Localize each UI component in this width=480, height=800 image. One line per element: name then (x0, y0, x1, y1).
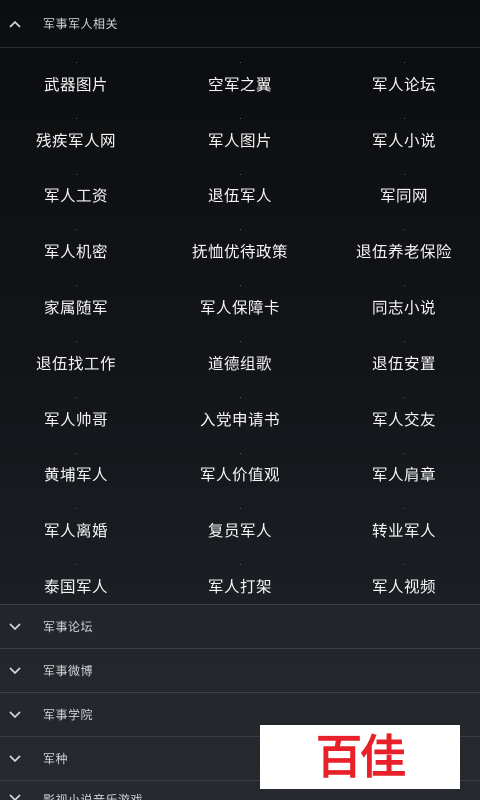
watermark-logo-text: 百佳 (316, 730, 406, 784)
section-header-military-people[interactable]: 军事军人相关 (0, 0, 480, 48)
section-title: 军种 (43, 752, 69, 766)
chevron-down-icon (8, 708, 22, 722)
chevron-up-icon (8, 17, 22, 31)
grid-link[interactable]: 复员军人 (152, 502, 328, 558)
grid-link[interactable]: 退伍养老保险 (328, 223, 480, 279)
grid-link[interactable]: 军人打架 (152, 558, 328, 603)
grid-link[interactable]: 军人图片 (152, 112, 328, 168)
grid-link[interactable]: 转业军人 (328, 502, 480, 558)
grid-link[interactable]: 入党申请书 (152, 391, 328, 447)
chevron-down-icon (8, 752, 22, 766)
grid-link[interactable]: 军同网 (328, 168, 480, 224)
grid-link[interactable]: 退伍找工作 (0, 335, 152, 391)
grid-link[interactable]: 军人价值观 (152, 447, 328, 503)
section-title: 军事学院 (43, 708, 94, 722)
section-title: 影视小说音乐游戏 (43, 793, 144, 800)
section-header-military-weibo[interactable]: 军事微博 (0, 648, 480, 692)
grid-link[interactable]: 黄埔军人 (0, 447, 152, 503)
grid-link[interactable]: 军人小说 (328, 112, 480, 168)
grid-link[interactable]: 军人离婚 (0, 502, 152, 558)
grid-link[interactable]: 军人保障卡 (152, 279, 328, 335)
grid-link[interactable]: 退伍安置 (328, 335, 480, 391)
grid-link[interactable]: 军人论坛 (328, 56, 480, 112)
grid-link[interactable]: 军人帅哥 (0, 391, 152, 447)
grid-link[interactable]: 军人机密 (0, 223, 152, 279)
chevron-down-icon (8, 664, 22, 678)
grid-link[interactable]: 抚恤优待政策 (152, 223, 328, 279)
chevron-down-icon (8, 791, 22, 800)
grid-link[interactable]: 空军之翼 (152, 56, 328, 112)
grid-link[interactable]: 军人视频 (328, 558, 480, 603)
link-grid: 武器图片 空军之翼 军人论坛 残疾军人网 军人图片 军人小说 军人工资 退伍军人… (0, 48, 480, 603)
grid-link[interactable]: 退伍军人 (152, 168, 328, 224)
grid-link[interactable]: 军人交友 (328, 391, 480, 447)
grid-link[interactable]: 泰国军人 (0, 558, 152, 603)
section-title: 军事军人相关 (43, 17, 119, 31)
grid-link[interactable]: 武器图片 (0, 56, 152, 112)
grid-link[interactable]: 同志小说 (328, 279, 480, 335)
section-title: 军事论坛 (43, 620, 94, 634)
expanded-section: 军事军人相关 武器图片 空军之翼 军人论坛 残疾军人网 军人图片 军人小说 军人… (0, 0, 480, 603)
section-header-military-forum[interactable]: 军事论坛 (0, 604, 480, 648)
watermark-logo: 百佳 (260, 725, 460, 789)
grid-link[interactable]: 家属随军 (0, 279, 152, 335)
grid-link[interactable]: 军人工资 (0, 168, 152, 224)
grid-link[interactable]: 残疾军人网 (0, 112, 152, 168)
chevron-down-icon (8, 620, 22, 634)
section-title: 军事微博 (43, 664, 94, 678)
grid-link[interactable]: 军人肩章 (328, 447, 480, 503)
grid-link[interactable]: 道德组歌 (152, 335, 328, 391)
